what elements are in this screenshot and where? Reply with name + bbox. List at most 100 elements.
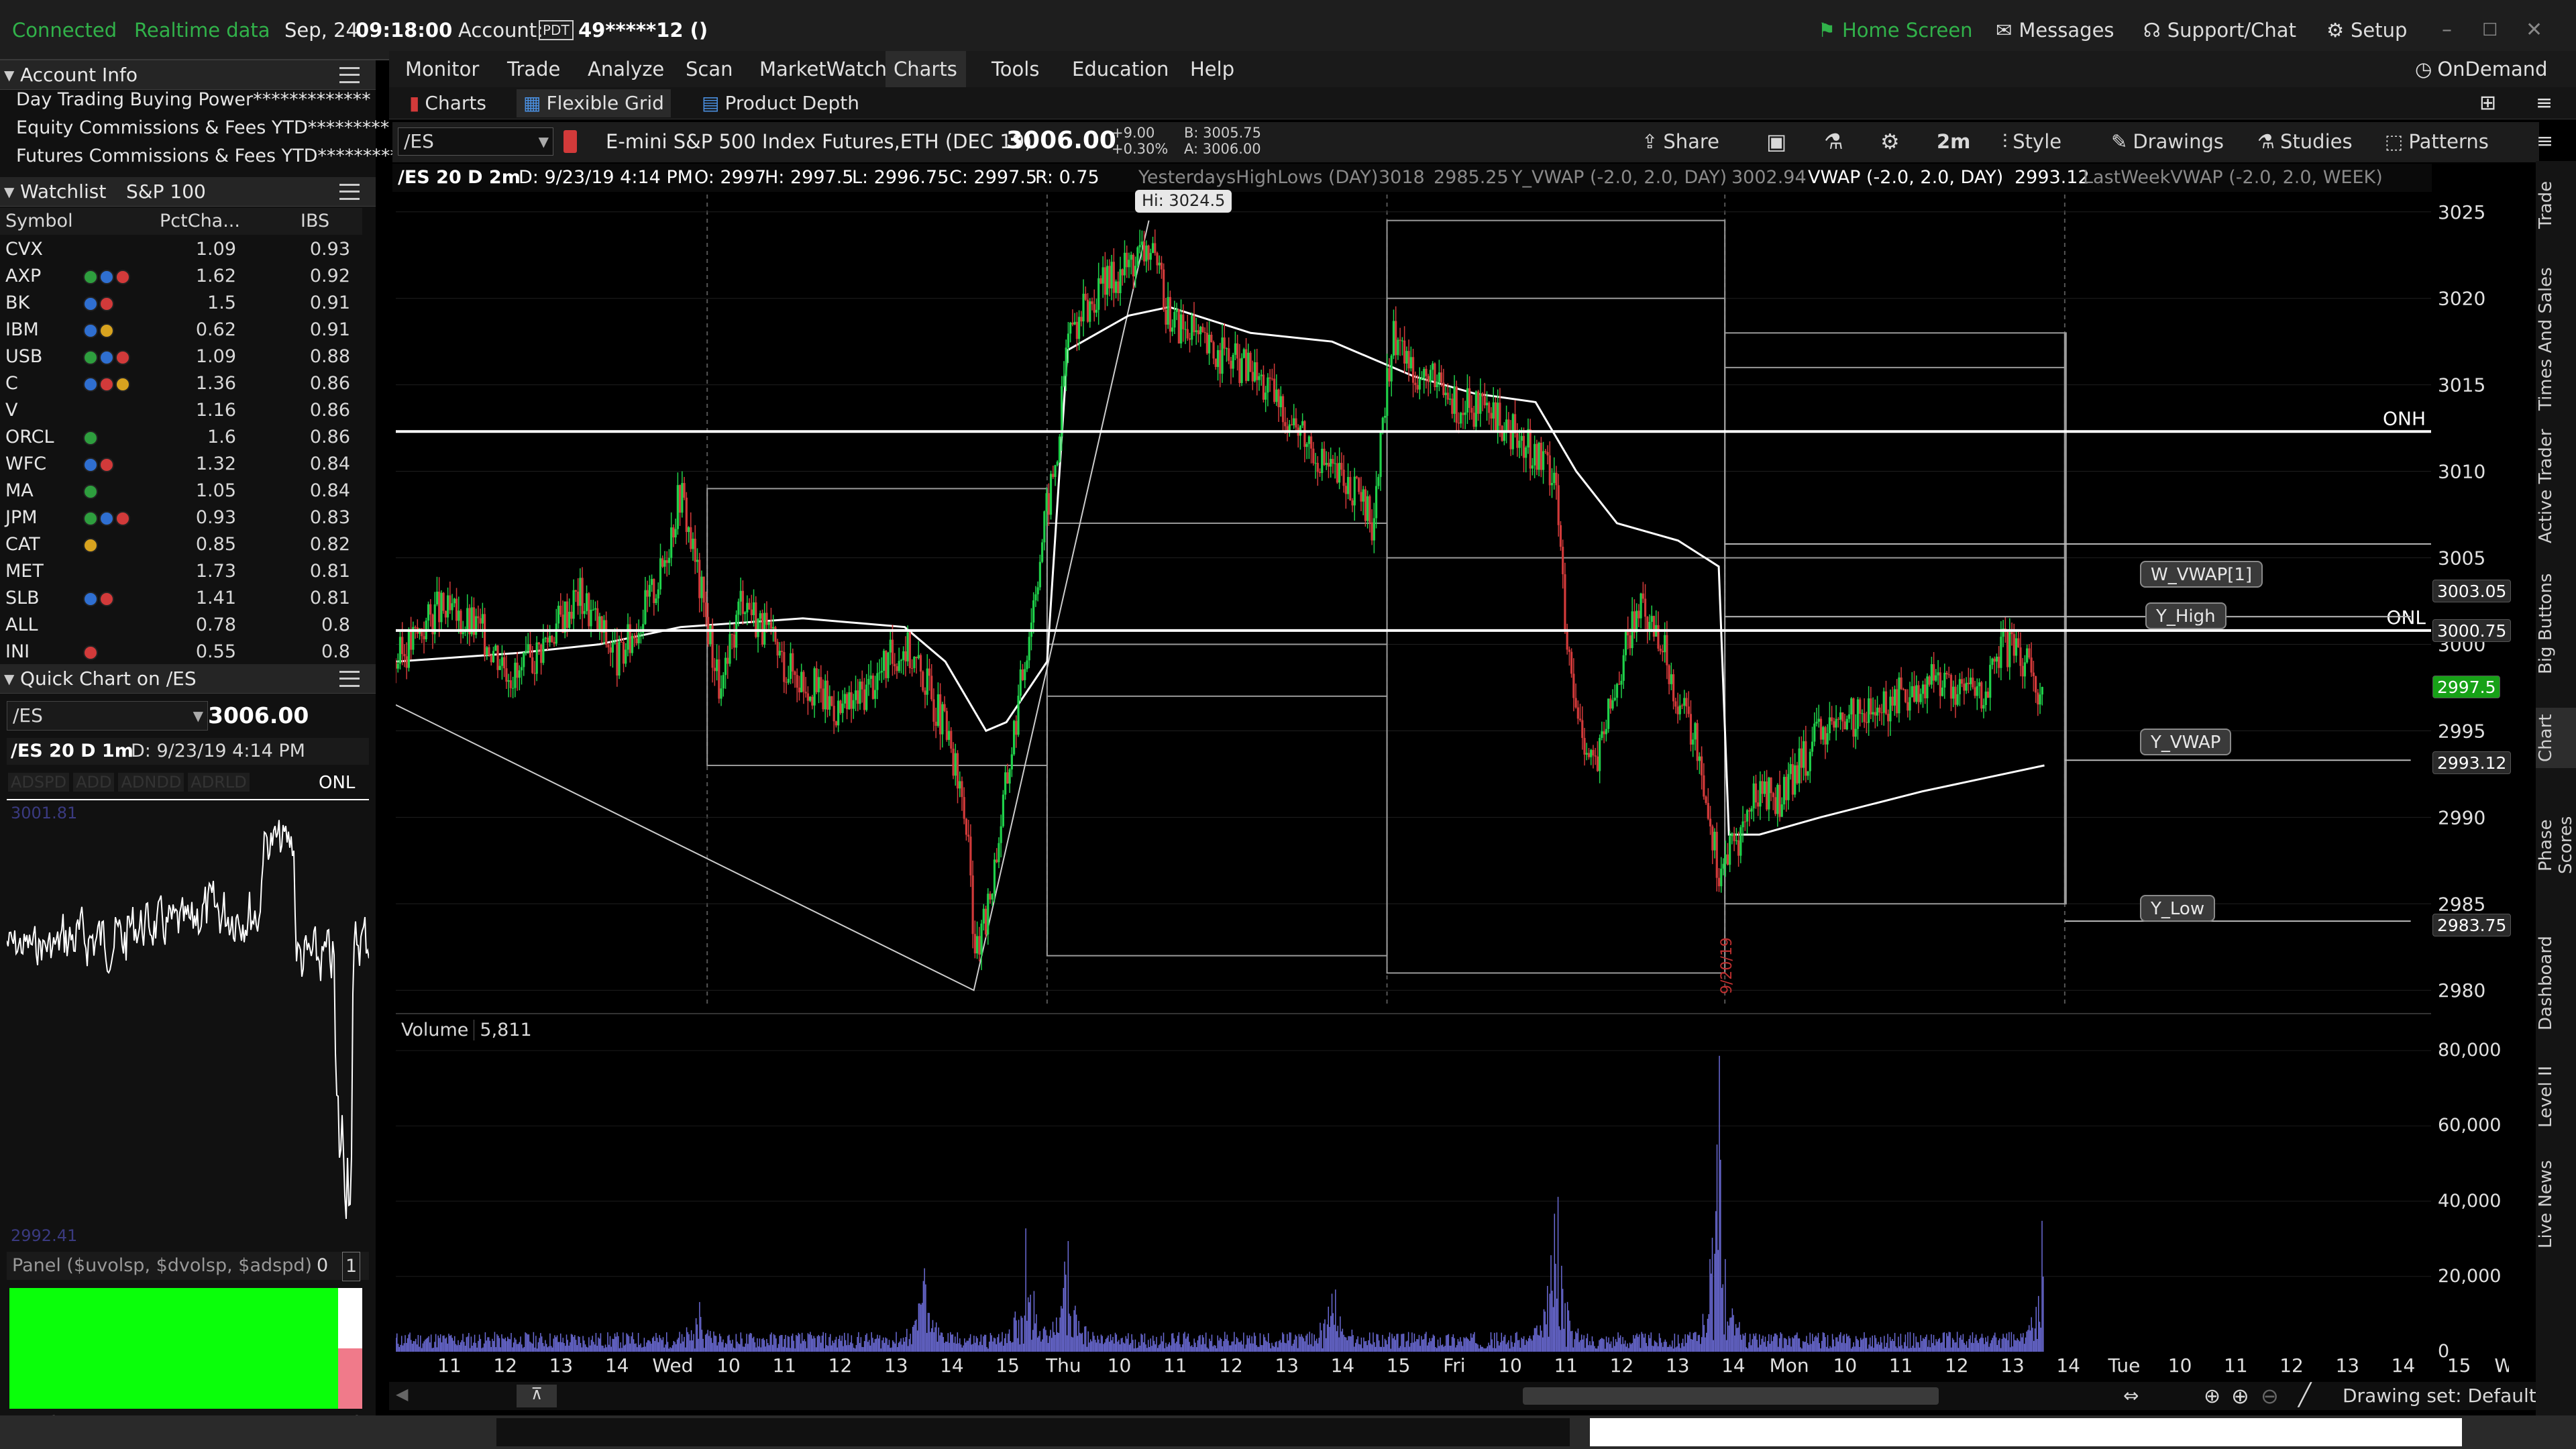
candle-body: [1470, 408, 1473, 413]
candle-body: [1629, 635, 1631, 649]
maximize-button[interactable]: ☐: [2482, 9, 2498, 51]
menu-marketwatch[interactable]: MarketWatch: [759, 51, 887, 87]
interval-selector[interactable]: 2m: [1937, 127, 1970, 156]
candle-body: [1275, 389, 1278, 402]
menu-trade[interactable]: Trade: [507, 51, 560, 87]
menu-icon[interactable]: [339, 671, 360, 687]
tab-product-depth[interactable]: ▤ Product Depth: [702, 87, 859, 119]
watchlist-row[interactable]: MET 1.73 0.81: [0, 558, 362, 585]
watchlist-header[interactable]: ▼ Watchlist S&P 100: [0, 177, 376, 207]
watchlist-row[interactable]: CAT 0.85 0.82: [0, 531, 362, 558]
candle-body: [804, 692, 807, 694]
right-tab-level-ii[interactable]: Level II: [2536, 1060, 2576, 1134]
watchlist-row[interactable]: AXP 1.62 0.92: [0, 263, 362, 290]
close-button[interactable]: ✕: [2526, 9, 2542, 51]
right-tab-active-trader[interactable]: Active Trader: [2536, 426, 2576, 547]
right-tab-big-buttons[interactable]: Big Buttons: [2536, 564, 2576, 684]
watchlist-row[interactable]: BK 1.5 0.91: [0, 290, 362, 317]
horizontal-scrollbar[interactable]: [1523, 1387, 1939, 1405]
watchlist-row[interactable]: ALL 0.78 0.8: [0, 612, 362, 639]
right-tab-times-and-sales[interactable]: Times And Sales: [2536, 262, 2576, 416]
study-label-chip[interactable]: W_VWAP[1]: [2140, 561, 2263, 588]
quick-chart-plot[interactable]: 3001.81 2992.41: [7, 798, 369, 1248]
menu-tools[interactable]: Tools: [991, 51, 1039, 87]
watchlist-row[interactable]: ORCL 1.6 0.86: [0, 424, 362, 451]
watchlist-row[interactable]: USB 1.09 0.88: [0, 343, 362, 370]
studies-button[interactable]: ⚗ Studies: [2257, 127, 2353, 156]
alert-badges: [83, 531, 99, 558]
study-label-chip[interactable]: Y_VWAP: [2140, 729, 2232, 756]
home-screen-button[interactable]: ⚑ Home Screen: [1818, 9, 1973, 51]
drawing-set-label[interactable]: Drawing set: Default: [2343, 1385, 2536, 1407]
share-button[interactable]: ⇪ Share: [1642, 127, 1719, 156]
collapse-panel-icon[interactable]: ⊼: [517, 1385, 557, 1407]
link-color-icon[interactable]: [564, 130, 577, 153]
price-chart[interactable]: ONH ONL 9/20/19: [396, 195, 2431, 1008]
candle-body: [1472, 413, 1475, 427]
draw-line-icon[interactable]: ╱: [2298, 1382, 2311, 1407]
study-label-chip[interactable]: Y_High: [2145, 602, 2226, 630]
mini-overview-strip[interactable]: [496, 1418, 1570, 1446]
ondemand-button[interactable]: ◷ OnDemand: [2415, 51, 2548, 87]
calendar-icon[interactable]: ▣: [1766, 127, 1786, 156]
tab-flexible-grid[interactable]: ▦ Flexible Grid: [517, 89, 671, 117]
candle-body: [865, 684, 868, 710]
right-tab-chart[interactable]: Chart: [2536, 708, 2576, 768]
settings-gear-icon[interactable]: ⚙: [1880, 127, 1900, 156]
watchlist-row[interactable]: JPM 0.93 0.83: [0, 504, 362, 531]
col-pctchange[interactable]: PctCha...: [160, 208, 240, 235]
flask-icon[interactable]: ⚗: [1824, 127, 1843, 156]
support-chat-button[interactable]: ☊ Support/Chat: [2143, 9, 2296, 51]
zoom-out-icon[interactable]: ⊖: [2261, 1383, 2279, 1409]
messages-button[interactable]: ✉ Messages: [1996, 9, 2114, 51]
col-symbol[interactable]: Symbol: [5, 208, 73, 235]
quick-chart-symbol-input[interactable]: /ES ▼: [7, 701, 208, 731]
menu-monitor[interactable]: Monitor: [405, 51, 479, 87]
watchlist-row[interactable]: WFC 1.32 0.84: [0, 451, 362, 478]
study-label-chip[interactable]: Y_Low: [2140, 895, 2216, 922]
zoom-in-icon[interactable]: ⊕: [2231, 1383, 2249, 1409]
style-button[interactable]: ⫶ Style: [2002, 127, 2061, 156]
grid-layout-icon[interactable]: ⊞: [2479, 87, 2496, 119]
candle-body: [1232, 354, 1234, 369]
candle-body: [1017, 696, 1020, 735]
menu-charts[interactable]: Charts: [885, 51, 966, 87]
tab-charts[interactable]: ▮ Charts: [409, 87, 486, 119]
candle-body: [1635, 610, 1638, 633]
setup-button[interactable]: ⚙ Setup: [2326, 9, 2407, 51]
volume-chart[interactable]: [396, 1013, 2431, 1352]
menu-education[interactable]: Education: [1072, 51, 1169, 87]
menu-icon[interactable]: [339, 67, 360, 83]
right-tab-live-news[interactable]: Live News: [2536, 1154, 2576, 1254]
minimize-button[interactable]: –: [2442, 9, 2452, 51]
candle-body: [1271, 378, 1273, 380]
menu-scan[interactable]: Scan: [686, 51, 733, 87]
menu-help[interactable]: Help: [1190, 51, 1234, 87]
crosshair-icon[interactable]: ⊕: [2204, 1385, 2220, 1408]
quick-chart-header[interactable]: ▼ Quick Chart on /ES: [0, 664, 376, 694]
watchlist-row[interactable]: SLB 1.41 0.81: [0, 585, 362, 612]
watchlist-row[interactable]: INI 0.55 0.8: [0, 639, 362, 665]
watchlist-row[interactable]: CVX 1.09 0.93: [0, 236, 362, 263]
col-ibs[interactable]: IBS: [301, 208, 329, 235]
watchlist-row[interactable]: V 1.16 0.86: [0, 397, 362, 424]
patterns-button[interactable]: ⬚ Patterns: [2385, 127, 2489, 156]
chart-symbol-input[interactable]: /ES ▼: [398, 127, 553, 156]
watchlist-row[interactable]: IBM 0.62 0.91: [0, 317, 362, 343]
candle-body: [746, 602, 749, 612]
pan-icon[interactable]: ⇔: [2123, 1385, 2139, 1407]
watchlist-row[interactable]: MA 1.05 0.84: [0, 478, 362, 504]
scroll-left-icon[interactable]: ◀: [396, 1385, 408, 1403]
right-tab-phase-scores[interactable]: Phase Scores: [2536, 788, 2576, 902]
watchlist-row[interactable]: C 1.36 0.86: [0, 370, 362, 397]
time-axis[interactable]: 11 12 13 14 Wed 10 11 12 13 14 15 Thu 10 11 12 13 14 15 Fr…: [396, 1352, 2509, 1380]
menu-lines-icon[interactable]: ≡: [2536, 127, 2553, 156]
watchlist-selector[interactable]: S&P 100: [126, 177, 206, 207]
drawings-button[interactable]: ✎ Drawings: [2111, 127, 2224, 156]
right-tab-trade[interactable]: Trade: [2536, 174, 2576, 235]
candle-body: [1548, 455, 1551, 486]
menu-lines-icon[interactable]: ≡: [2536, 87, 2553, 119]
right-tab-dashboard[interactable]: Dashboard: [2536, 929, 2576, 1036]
menu-icon[interactable]: [339, 184, 360, 200]
menu-analyze[interactable]: Analyze: [588, 51, 664, 87]
